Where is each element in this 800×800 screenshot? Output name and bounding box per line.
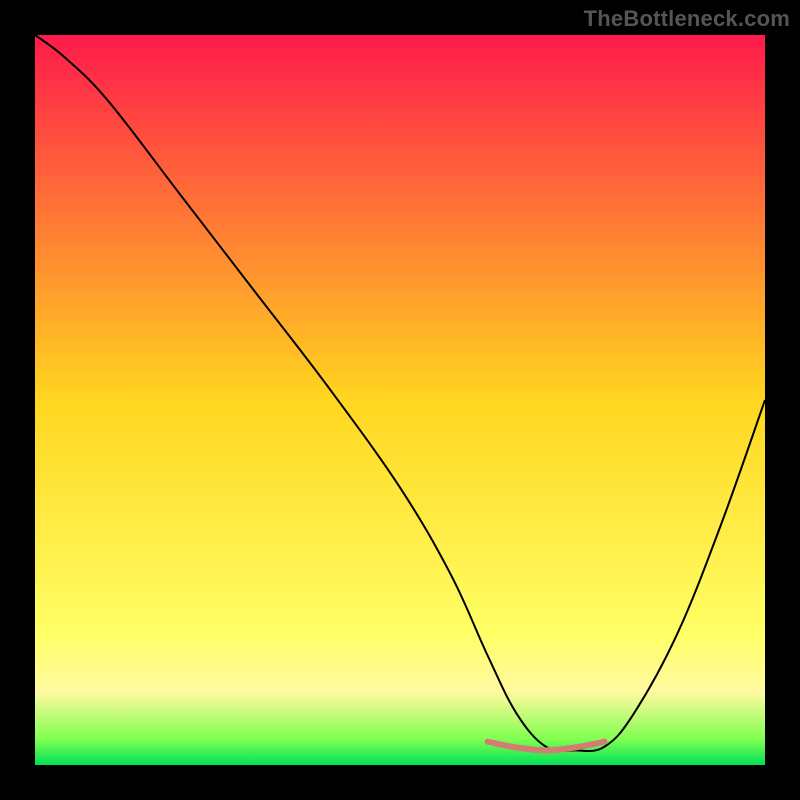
bottleneck-chart	[35, 35, 765, 765]
gradient-background	[35, 35, 765, 765]
chart-frame: TheBottleneck.com	[0, 0, 800, 800]
plot-area	[35, 35, 765, 765]
watermark-text: TheBottleneck.com	[584, 6, 790, 32]
